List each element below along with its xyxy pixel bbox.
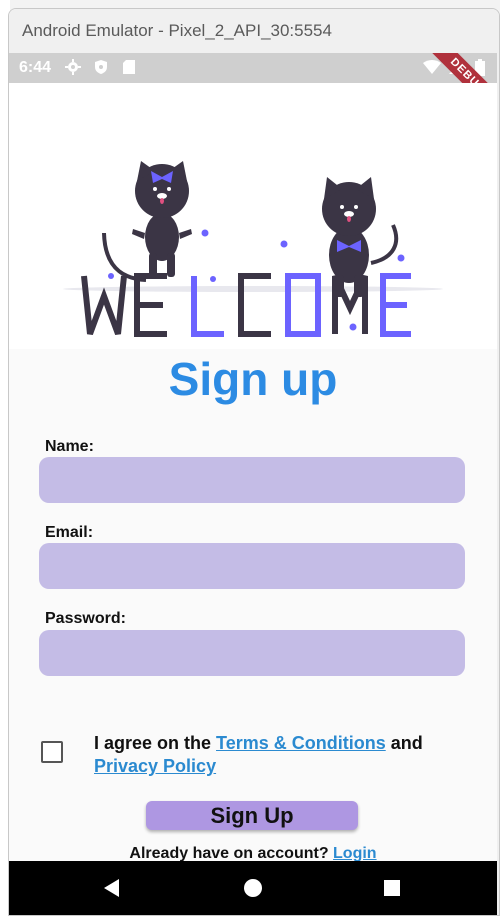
agree-text: I agree on the Terms & Conditions and Pri… <box>94 732 454 778</box>
signup-form: Sign up Name: Email: Password: I agree o… <box>9 349 497 862</box>
window-title: Android Emulator - Pixel_2_API_30:5554 <box>9 9 499 53</box>
back-icon[interactable] <box>99 875 125 901</box>
welcome-cats-image <box>63 161 443 365</box>
status-bar: 6:44 DEBUG <box>9 53 497 122</box>
agree-prefix: I agree on the <box>94 733 217 753</box>
name-input[interactable] <box>39 457 465 503</box>
status-time: 6:44 <box>19 59 52 76</box>
name-label: Name: <box>45 438 94 455</box>
email-input[interactable] <box>39 543 465 589</box>
password-input[interactable] <box>39 630 465 676</box>
recents-icon[interactable] <box>379 875 405 901</box>
phone-screen: 6:44 DEBUG Sign up Name: Email: Password… <box>9 53 497 915</box>
agree-checkbox[interactable] <box>41 741 63 763</box>
agree-and: and <box>385 733 423 753</box>
privacy-link[interactable]: Privacy Policy <box>94 756 216 776</box>
page-title: Sign up <box>168 353 338 405</box>
login-link[interactable]: Login <box>333 845 377 862</box>
signup-button[interactable]: Sign Up <box>146 801 358 830</box>
wifi-icon <box>423 58 441 76</box>
password-label: Password: <box>45 610 126 627</box>
shield-icon <box>92 58 110 76</box>
settings-gear-icon <box>64 58 82 76</box>
welcome-illustration <box>9 83 497 365</box>
terms-link[interactable]: Terms & Conditions <box>216 733 386 753</box>
already-text: Already have on account? <box>129 845 334 862</box>
emulator-window: Android Emulator - Pixel_2_API_30:5554 6… <box>8 8 500 916</box>
email-label: Email: <box>45 524 94 541</box>
sd-card-icon <box>120 58 138 76</box>
navigation-bar <box>9 861 497 915</box>
home-icon[interactable] <box>240 875 266 901</box>
